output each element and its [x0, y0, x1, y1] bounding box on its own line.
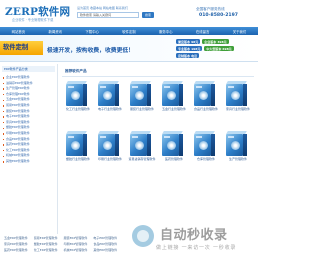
- version-label: 企业版本: [204, 39, 217, 44]
- software-box-icon: [98, 131, 122, 156]
- software-box-icon: [226, 131, 250, 156]
- sidebar-heading: ERP软件产品分类: [2, 66, 55, 72]
- product-card[interactable]: 食品行业管理软件: [190, 79, 220, 127]
- product-name[interactable]: 塑胶行业管理软件: [62, 157, 94, 162]
- product-name[interactable]: 电子行业管理软件: [94, 107, 126, 112]
- product-card[interactable]: 塑胶行业管理软件: [62, 129, 92, 177]
- sidebar-item[interactable]: 其他ERP管理软件: [0, 159, 57, 165]
- software-box-icon: [66, 131, 90, 156]
- nav-item-service[interactable]: 服务中心: [159, 29, 173, 34]
- nav-item-news[interactable]: 新闻资讯: [48, 29, 62, 34]
- software-box-icon: [130, 81, 154, 106]
- product-card[interactable]: 电子行业管理软件: [94, 79, 124, 127]
- logo-tagline: 企业软件 · 专业管理软件下载: [12, 18, 54, 22]
- watermark-title: 自动秒收录: [160, 228, 228, 243]
- product-name[interactable]: 五金行业管理软件: [158, 107, 190, 112]
- hotline-label: 全国客户服务热线: [196, 7, 225, 11]
- section-title: 推荐软件产品: [65, 69, 87, 73]
- nav-item-download[interactable]: 下载中心: [85, 29, 99, 34]
- section-divider: [62, 76, 254, 77]
- version-pill: 专业版本 198元: [176, 46, 203, 51]
- category-sidebar: ERP软件产品分类 企业ERP管理软件 进销存ERP管理软件 生产管理ERP软件…: [0, 64, 58, 234]
- custom-badge: 软件定制: [0, 41, 43, 55]
- product-card[interactable]: 印刷行业管理软件: [94, 129, 124, 177]
- search-input[interactable]: 软件搜索 请输入关键词: [77, 12, 139, 18]
- version-row: 便宜版本 98元 企业版本 398元: [176, 39, 231, 44]
- version-pill: 便宜版本 98元: [176, 39, 201, 44]
- software-box-icon: [98, 81, 122, 106]
- version-price: 698元: [222, 46, 232, 51]
- version-price: 198元: [191, 46, 201, 51]
- version-price: 98元: [191, 39, 199, 44]
- version-row: 定制版本 电议: [176, 53, 201, 58]
- version-price: 电议: [191, 53, 198, 58]
- product-card[interactable]: 仓库管理软件: [190, 129, 220, 177]
- footer-link[interactable]: 化工ERP管理软件: [34, 247, 58, 253]
- software-box-icon: [194, 81, 218, 106]
- software-box-icon: [226, 81, 250, 106]
- product-name[interactable]: 生产管理软件: [222, 157, 254, 162]
- product-name[interactable]: 化工行业管理软件: [62, 107, 94, 112]
- watermark: 自动秒收录 做上链接 一来访一次 一秒收录: [126, 222, 252, 258]
- nav-item-custom[interactable]: 软件定制: [122, 29, 136, 34]
- product-card[interactable]: 医药管理软件: [158, 129, 188, 177]
- product-name[interactable]: 服装行业管理软件: [126, 107, 158, 112]
- product-card[interactable]: 化工行业管理软件: [62, 79, 92, 127]
- main-nav: 网站首页 新闻资讯 下载中心 软件定制 服务中心 在线留言 关于我们: [0, 27, 258, 35]
- hotline-number: 010-8580-2197: [199, 13, 238, 18]
- watermark-logo-icon: [132, 225, 154, 247]
- version-label: 专业版本: [178, 46, 191, 51]
- product-name[interactable]: 家具行业管理软件: [222, 107, 254, 112]
- product-card[interactable]: 家具行业管理软件: [222, 79, 252, 127]
- version-row: 专业版本 198元 中大型版本 698元: [176, 46, 236, 51]
- search-button[interactable]: 搜索: [142, 12, 154, 18]
- version-pill: 中大型版本 698元: [204, 46, 234, 51]
- product-name[interactable]: 仓库管理软件: [190, 157, 222, 162]
- version-price: 398元: [217, 39, 227, 44]
- product-name[interactable]: 食品行业管理软件: [190, 107, 222, 112]
- banner-slogan: 极速开发，按构收费，收费更低！: [47, 48, 134, 54]
- software-box-icon: [66, 81, 90, 106]
- version-label: 定制版本: [178, 53, 191, 58]
- footer-link[interactable]: 机械ERP管理软件: [64, 247, 88, 253]
- version-pill: 定制版本 电议: [176, 53, 200, 58]
- footer-link[interactable]: 其他ERP管理软件: [93, 247, 117, 253]
- nav-item-home[interactable]: 网站首页: [12, 29, 26, 34]
- software-box-icon: [162, 131, 186, 156]
- version-label: 便宜版本: [178, 39, 191, 44]
- software-box-icon: [162, 81, 186, 106]
- software-box-icon: [130, 131, 154, 156]
- product-card[interactable]: 生产管理软件: [222, 129, 252, 177]
- software-box-icon: [194, 131, 218, 156]
- product-name[interactable]: 贸易进销存管理软件: [126, 157, 158, 162]
- watermark-subtitle: 做上链接 一来访一次 一秒收录: [156, 245, 237, 251]
- product-card[interactable]: 服装行业管理软件: [126, 79, 156, 127]
- promo-banner[interactable]: 软件定制 极速开发，按构收费，收费更低！ 便宜版本 98元 企业版本 398元 专…: [0, 35, 258, 62]
- footer-link[interactable]: 医药ERP管理软件: [4, 247, 28, 253]
- top-links[interactable]: 设为首页 收藏本站 网站地图 联系我们: [77, 6, 128, 10]
- product-name[interactable]: 医药管理软件: [158, 157, 190, 162]
- product-card[interactable]: 贸易进销存管理软件: [126, 129, 156, 177]
- version-label: 中大型版本: [206, 46, 222, 51]
- product-card[interactable]: 五金行业管理软件: [158, 79, 188, 127]
- version-pill: 企业版本 398元: [202, 39, 229, 44]
- nav-item-message[interactable]: 在线留言: [196, 29, 210, 34]
- product-name[interactable]: 印刷行业管理软件: [94, 157, 126, 162]
- nav-item-about[interactable]: 关于我们: [233, 29, 247, 34]
- site-header: ZERP软件网 企业软件 · 专业管理软件下载 设为首页 收藏本站 网站地图 联…: [0, 0, 258, 27]
